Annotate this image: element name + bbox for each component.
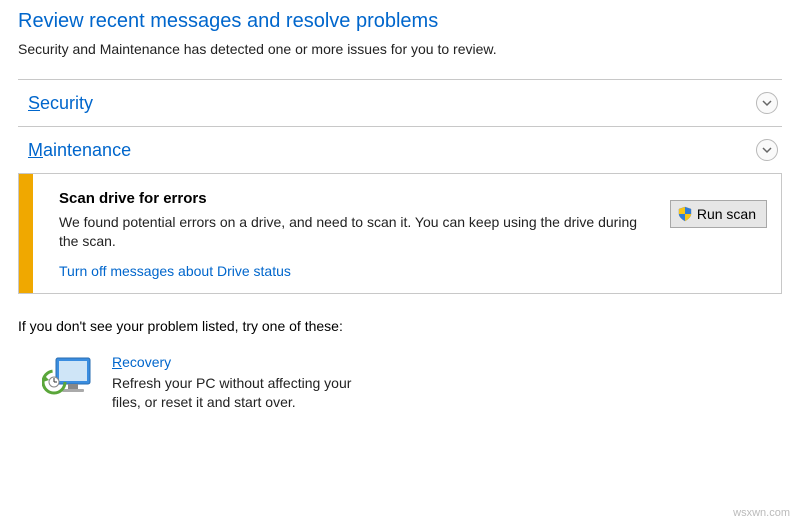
- message-body: Scan drive for errors We found potential…: [33, 174, 781, 293]
- section-security[interactable]: Security: [18, 80, 782, 126]
- recovery-description: Refresh your PC without affecting your f…: [112, 374, 372, 412]
- recovery-link[interactable]: Recovery: [112, 354, 171, 370]
- watermark: wsxwn.com: [733, 507, 790, 519]
- chevron-down-icon[interactable]: [756, 139, 778, 161]
- run-scan-label: Run scan: [697, 206, 756, 222]
- section-security-label: Security: [28, 93, 93, 114]
- shield-icon: [677, 206, 693, 222]
- recovery-option: Recovery Refresh your PC without affecti…: [18, 354, 782, 412]
- warning-stripe: [19, 174, 33, 293]
- message-title: Scan drive for errors: [59, 190, 767, 207]
- footer-note: If you don't see your problem listed, tr…: [18, 318, 782, 334]
- section-maintenance-label: Maintenance: [28, 140, 131, 161]
- turn-off-messages-link[interactable]: Turn off messages about Drive status: [59, 263, 291, 279]
- page-title: Review recent messages and resolve probl…: [18, 10, 782, 33]
- message-description: We found potential errors on a drive, an…: [59, 213, 639, 251]
- run-scan-button[interactable]: Run scan: [670, 200, 767, 228]
- recovery-icon: [42, 354, 94, 402]
- message-card: Scan drive for errors We found potential…: [18, 173, 782, 294]
- page-subtitle: Security and Maintenance has detected on…: [18, 41, 782, 57]
- chevron-down-icon[interactable]: [756, 92, 778, 114]
- section-maintenance[interactable]: Maintenance: [18, 127, 782, 173]
